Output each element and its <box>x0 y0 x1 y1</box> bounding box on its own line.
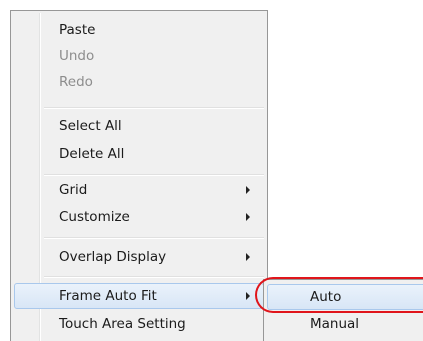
menu-item-grid[interactable]: Grid <box>14 177 264 203</box>
menu-item-label: Customize <box>59 209 130 225</box>
menu-item-overlap-display[interactable]: Overlap Display <box>14 244 264 270</box>
menu-item-label: Overlap Display <box>59 249 167 265</box>
frame-auto-fit-submenu: Auto Manual <box>263 279 423 341</box>
submenu-arrow-icon <box>246 292 250 300</box>
menu-item-undo: Undo <box>14 43 264 69</box>
menu-separator <box>44 276 264 278</box>
menu-item-label: Grid <box>59 182 88 198</box>
menu-separator <box>44 174 264 176</box>
menu-item-select-all[interactable]: Select All <box>14 113 264 139</box>
menu-item-label: Touch Area Setting <box>59 316 186 332</box>
menu-separator <box>44 237 264 239</box>
menu-separator <box>44 107 264 109</box>
submenu-arrow-icon <box>246 186 250 194</box>
submenu-arrow-icon <box>246 253 250 261</box>
menu-item-customize[interactable]: Customize <box>14 204 264 230</box>
menu-item-label: Redo <box>59 74 93 90</box>
menu-item-label: Frame Auto Fit <box>59 288 157 304</box>
menu-item-label: Undo <box>59 48 95 64</box>
menu-item-label: Delete All <box>59 146 125 162</box>
menu-item-label: Paste <box>59 22 96 38</box>
submenu-item-auto[interactable]: Auto <box>267 284 423 310</box>
submenu-item-label: Manual <box>310 316 360 332</box>
menu-item-paste[interactable]: Paste <box>14 17 264 43</box>
screenshot-stage: Paste Undo Redo Select All Delete All Gr… <box>0 0 423 341</box>
menu-item-touch-area-setting[interactable]: Touch Area Setting <box>14 311 264 337</box>
menu-item-frame-auto-fit[interactable]: Frame Auto Fit <box>14 283 264 309</box>
submenu-item-manual[interactable]: Manual <box>267 311 423 337</box>
menu-item-label: Select All <box>59 118 122 134</box>
submenu-arrow-icon <box>246 213 250 221</box>
menu-item-redo: Redo <box>14 69 264 95</box>
menu-item-delete-all[interactable]: Delete All <box>14 141 264 167</box>
submenu-item-label: Auto <box>310 289 342 305</box>
context-menu: Paste Undo Redo Select All Delete All Gr… <box>10 10 268 341</box>
